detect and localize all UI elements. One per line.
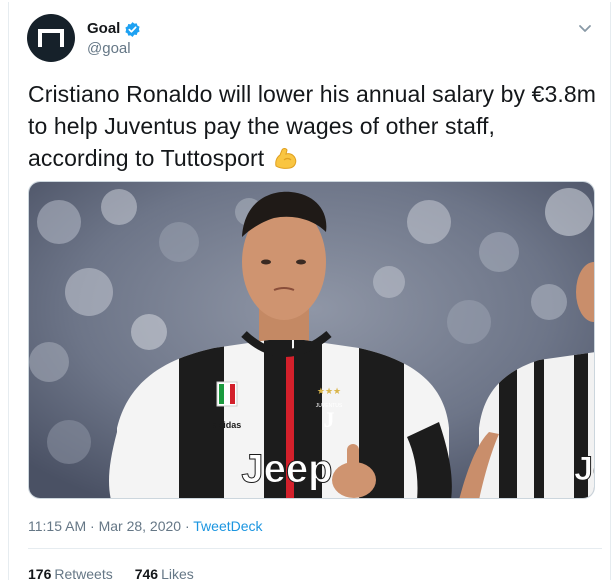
tweet-source-link[interactable]: TweetDeck [193, 518, 262, 534]
retweets-stat[interactable]: 176 Retweets [28, 565, 113, 582]
tweet-header: Goal @goal [27, 14, 597, 66]
svg-text:Je: Je [574, 450, 595, 488]
goal-logo-icon [38, 29, 64, 47]
tweet-meta: 11:15 AM · Mar 28, 2020 · TweetDeck [28, 517, 263, 535]
svg-text:★★★: ★★★ [317, 386, 341, 396]
divider [28, 548, 602, 549]
tweet-media-photo[interactable]: ★★★ JUVENTUS J adidas Jeep Je [28, 181, 595, 499]
retweets-label: Retweets [54, 566, 113, 582]
display-name[interactable]: Goal [87, 20, 120, 38]
account-handle[interactable]: @goal [87, 39, 141, 59]
tweet-card: Goal @goal Cristiano Ronaldo will lower … [8, 2, 611, 582]
account-names: Goal @goal [87, 20, 141, 59]
chevron-down-icon[interactable] [575, 18, 595, 38]
tweet-text: Cristiano Ronaldo will lower his annual … [28, 81, 596, 171]
meta-separator: · [184, 518, 190, 534]
tweet-text-block: Cristiano Ronaldo will lower his annual … [28, 78, 598, 174]
svg-text:J: J [324, 407, 335, 432]
meta-separator: · [90, 518, 95, 534]
tweet-date[interactable]: Mar 28, 2020 [99, 518, 182, 534]
likes-stat[interactable]: 746 Likes [135, 565, 194, 582]
shirt-sponsor: Jeep [241, 447, 332, 491]
flexed-biceps-icon [275, 148, 297, 169]
retweets-count: 176 [28, 566, 52, 582]
tweet-stats: 176 Retweets 746 Likes [28, 565, 194, 582]
likes-count: 746 [134, 566, 159, 582]
verified-badge-icon [125, 21, 140, 37]
avatar[interactable] [27, 14, 75, 62]
likes-label: Likes [161, 566, 194, 582]
tweet-time[interactable]: 11:15 AM [28, 518, 86, 534]
kit-brand: adidas [213, 420, 242, 430]
